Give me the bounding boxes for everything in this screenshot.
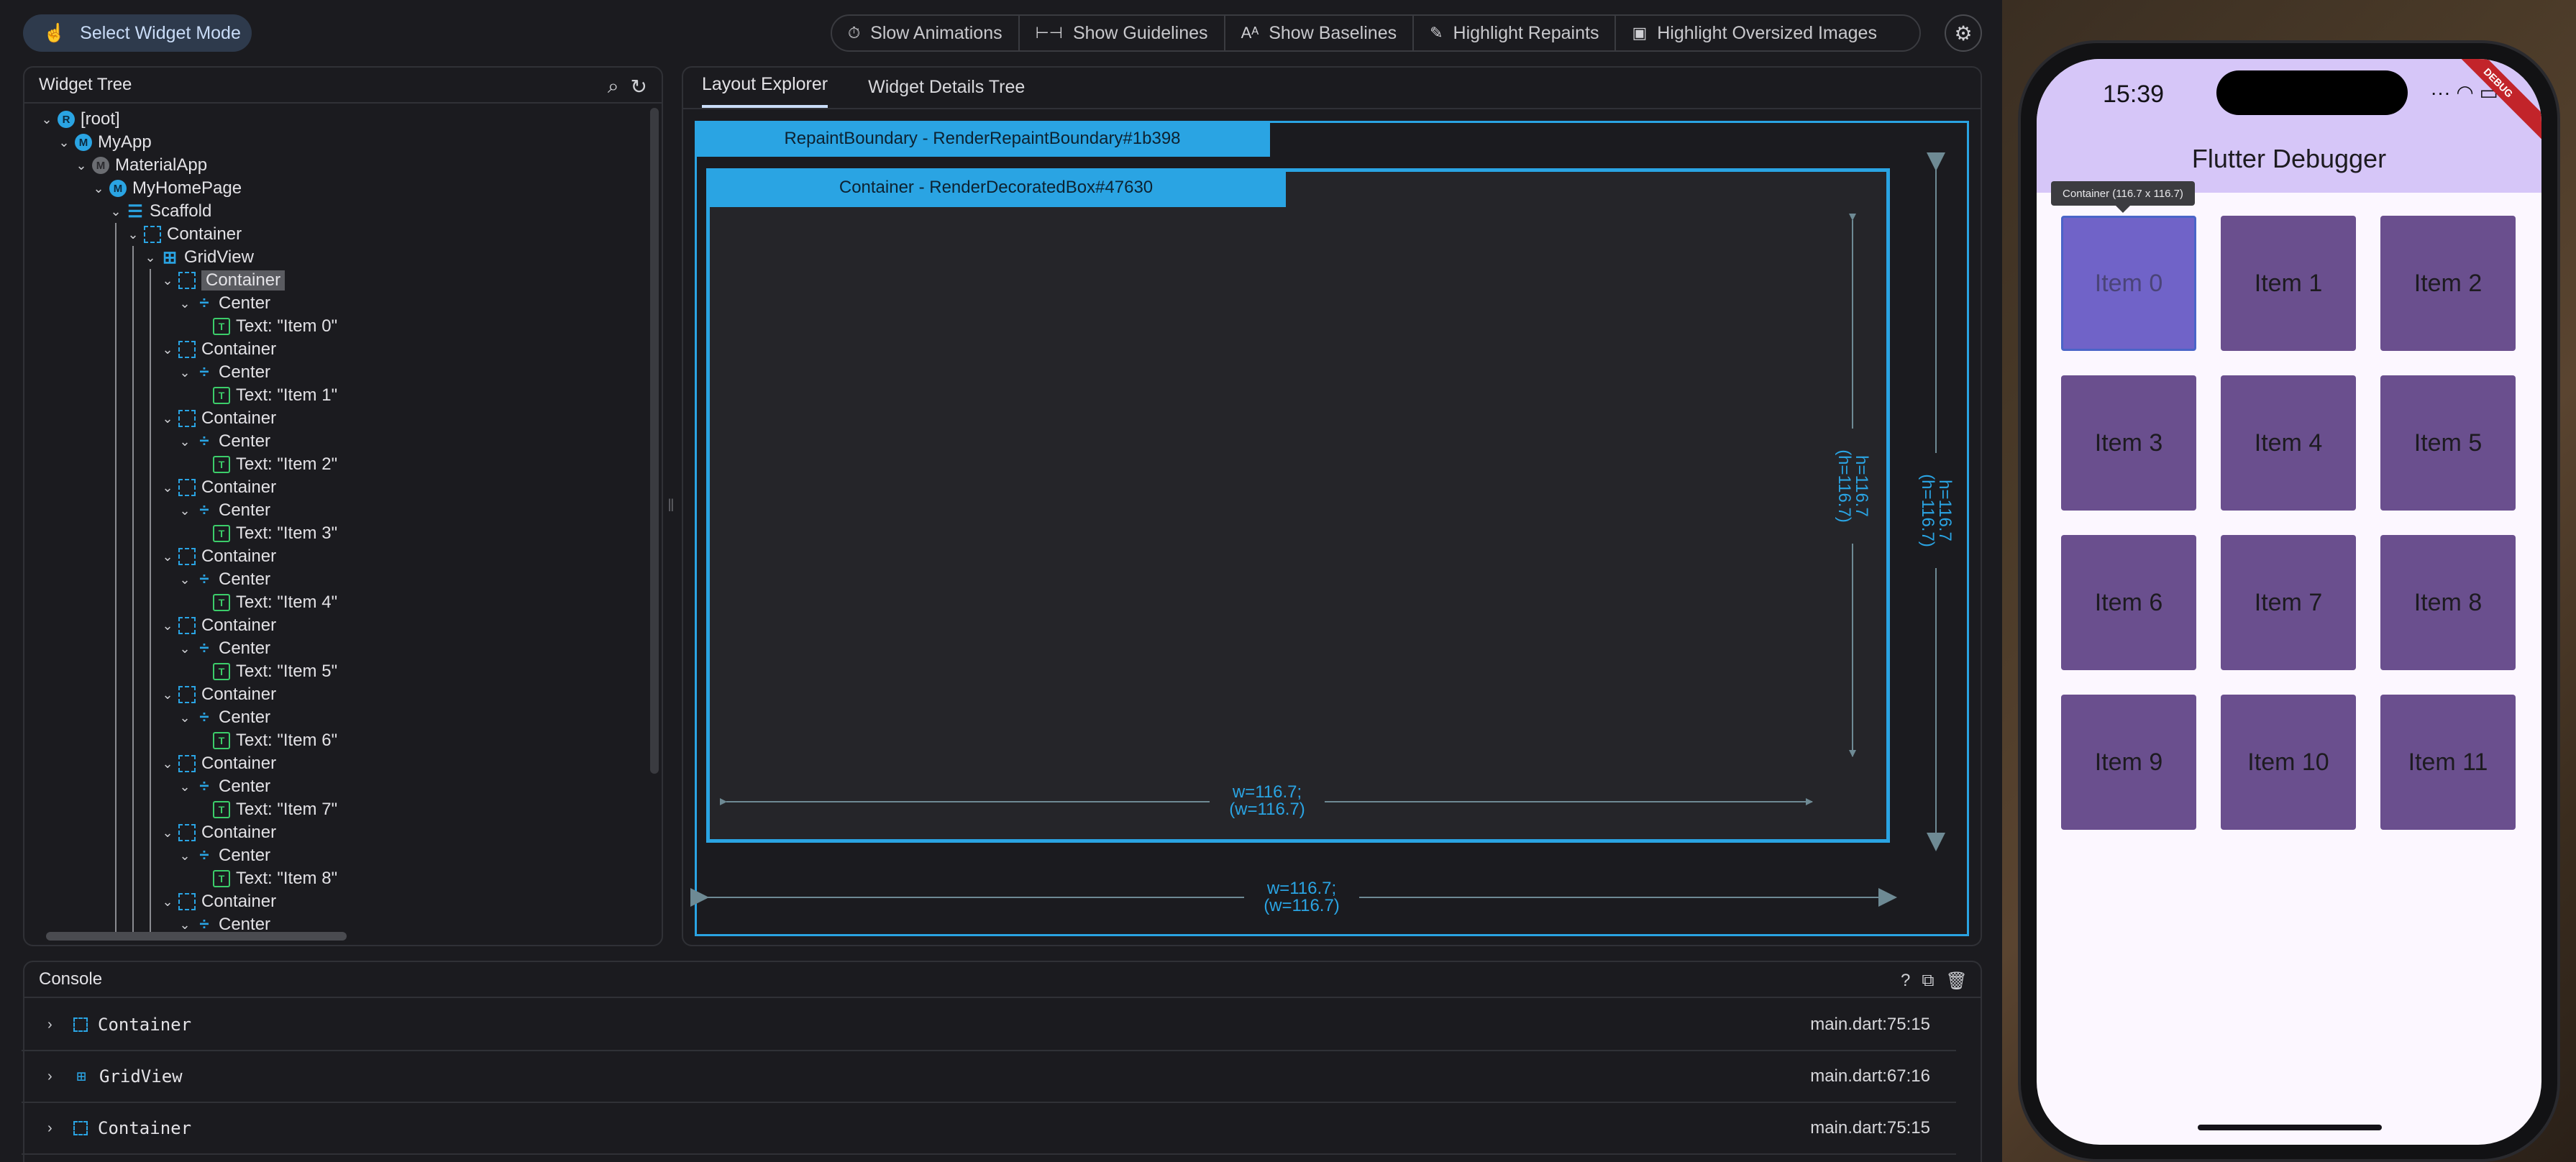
container-icon	[73, 1121, 88, 1135]
copy-icon[interactable]: ⧉	[1922, 971, 1934, 992]
inner-height-text: h=116.7 (h=116.7)	[1835, 429, 1871, 544]
grid-item[interactable]: Item 0	[2061, 216, 2196, 351]
console-row-name: Container	[98, 1118, 192, 1138]
chevron-right-icon[interactable]: ›	[47, 1017, 65, 1033]
console-row-source[interactable]: main.dart:67:16	[1810, 1066, 1930, 1086]
dynamic-island	[2216, 70, 2408, 115]
grid-item[interactable]: Item 9	[2061, 695, 2196, 830]
grid-item[interactable]: Item 6	[2061, 535, 2196, 670]
grid-item[interactable]: Item 2	[2380, 216, 2516, 351]
grid-item[interactable]: Item 10	[2221, 695, 2356, 830]
outer-height-text: h=116.7 (h=116.7)	[1918, 453, 1955, 568]
grid-item[interactable]: Item 11	[2380, 695, 2516, 830]
console-row[interactable]: › ⊞ GridView main.dart:67:16	[22, 1051, 1956, 1103]
inner-width-text: w=116.7; (w=116.7)	[1210, 784, 1325, 818]
wifi-icon: ◠	[2456, 81, 2474, 104]
phone-screen: 15:39 ··· ◠ ▭ Flutter Debugger DEBUG Ite…	[2037, 59, 2541, 1145]
grid-item[interactable]: Item 3	[2061, 375, 2196, 511]
console-row-source[interactable]: main.dart:75:15	[1810, 1118, 1930, 1138]
signal-icon: ···	[2430, 81, 2451, 104]
grid-item[interactable]: Item 8	[2380, 535, 2516, 670]
outer-width-text: w=116.7; (w=116.7)	[1244, 880, 1359, 915]
chevron-right-icon[interactable]: ›	[47, 1120, 65, 1137]
status-time: 15:39	[2103, 81, 2165, 108]
app-bar: 15:39 ··· ◠ ▭ Flutter Debugger	[2037, 59, 2541, 193]
grid-item[interactable]: Item 7	[2221, 535, 2356, 670]
console-header: Console	[24, 962, 1981, 998]
console-row-name: Container	[98, 1015, 192, 1035]
inspector-tooltip: Container (116.7 x 116.7)	[2051, 181, 2195, 213]
console-row-name: GridView	[99, 1066, 183, 1086]
console-row[interactable]: › Container main.dart:75:15	[22, 999, 1956, 1051]
home-indicator	[2198, 1125, 2382, 1130]
console-row-source[interactable]: main.dart:75:15	[1810, 1015, 1930, 1035]
grid-item[interactable]: Item 4	[2221, 375, 2356, 511]
app-title: Flutter Debugger	[2191, 144, 2387, 173]
grid-item[interactable]: Item 5	[2380, 375, 2516, 511]
splitter-handle-icon[interactable]: ‖	[667, 496, 676, 522]
delete-icon[interactable]: 🗑	[1946, 971, 1968, 992]
console-row[interactable]: › Container main.dart:75:15	[22, 1103, 1956, 1155]
grid-icon: ⊞	[76, 1067, 86, 1086]
chevron-right-icon[interactable]: ›	[47, 1069, 65, 1085]
console-title: Console	[39, 969, 103, 989]
container-icon	[73, 1017, 88, 1032]
help-icon[interactable]: ?	[1901, 971, 1910, 992]
grid-item[interactable]: Item 1	[2221, 216, 2356, 351]
